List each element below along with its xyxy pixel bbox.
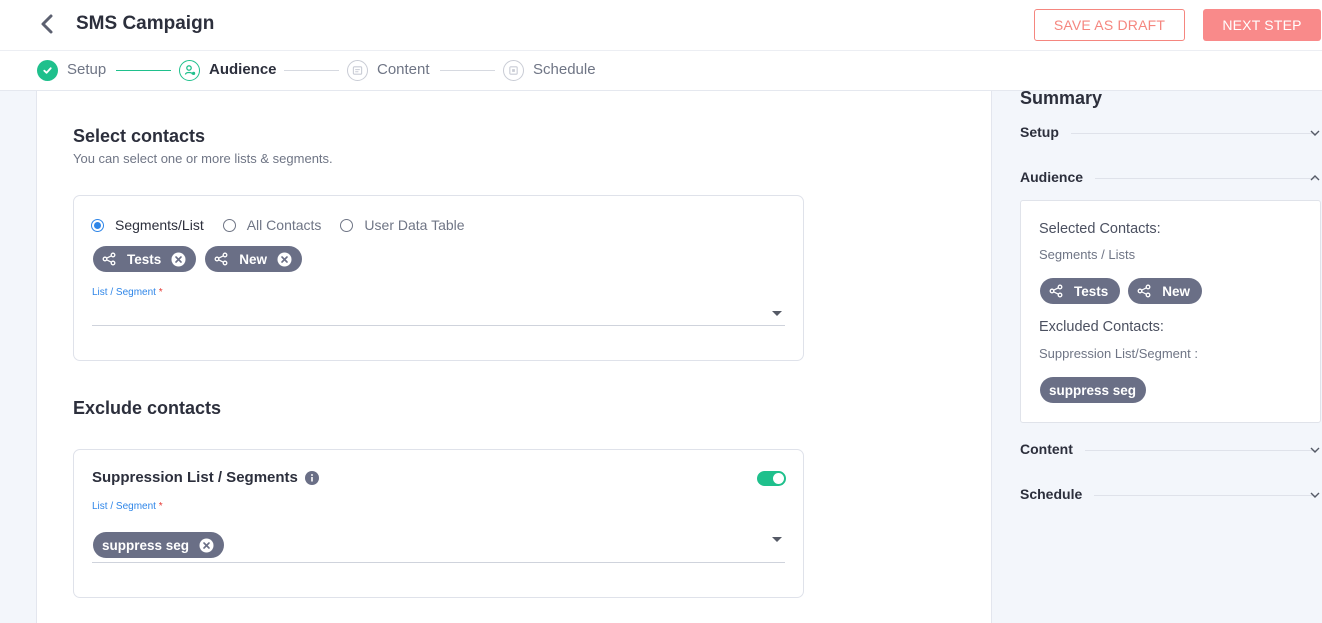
suppression-chips: suppress seg — [93, 532, 225, 558]
suppression-chip: suppress seg — [1040, 377, 1147, 403]
dropdown-caret-icon[interactable] — [772, 311, 782, 316]
chevron-up-icon — [1310, 175, 1320, 181]
radio-icon — [340, 218, 354, 232]
selected-type-label: Segments / Lists — [1039, 247, 1136, 262]
section-divider — [1090, 495, 1316, 496]
radio-label: Segments/List — [115, 217, 204, 233]
list-segment-select[interactable] — [92, 302, 785, 326]
step-label: Audience — [209, 61, 277, 78]
summary-title: Summary — [1020, 88, 1103, 108]
step-schedule[interactable]: Schedule — [503, 59, 596, 81]
suppression-toggle[interactable] — [757, 471, 786, 486]
section-label: Schedule — [1020, 486, 1095, 502]
radio-icon — [222, 218, 236, 232]
audience-summary-card: Selected Contacts: Segments / Lists Test… — [1020, 200, 1321, 423]
section-label: Content — [1020, 441, 1085, 457]
selected-segments-chips: Tests New — [93, 246, 303, 272]
summary-excluded-chips: suppress seg — [1040, 377, 1147, 403]
list-segment-field-label: List / Segment * — [92, 501, 163, 512]
main-panel: Select contacts You can select one or mo… — [36, 91, 992, 623]
summary-section-content[interactable]: Content — [1020, 441, 1322, 461]
section-label: Setup — [1020, 124, 1071, 140]
chip-label: Tests — [127, 251, 162, 267]
chevron-down-icon — [1310, 447, 1320, 453]
step-connector — [116, 70, 171, 71]
step-label: Schedule — [533, 61, 596, 78]
remove-chip-icon[interactable] — [171, 252, 186, 267]
segment-chip: New — [1128, 278, 1203, 304]
chip-label: Tests — [1074, 283, 1109, 299]
save-as-draft-button[interactable]: SAVE AS DRAFT — [1034, 9, 1185, 41]
selected-contacts-label: Selected Contacts: — [1039, 221, 1161, 237]
remove-chip-icon[interactable] — [277, 252, 292, 267]
step-content[interactable]: Content — [347, 59, 430, 81]
segment-chip: New — [205, 246, 303, 272]
audience-user-icon — [179, 59, 200, 81]
chip-label: New — [239, 251, 268, 267]
exclude-contacts-card: Suppression List / Segments List / Segme… — [73, 449, 804, 598]
list-segment-field-label: List / Segment * — [92, 287, 163, 298]
back-arrow-icon[interactable] — [36, 12, 60, 36]
select-contacts-card: Segments/List All Contacts User Data Tab… — [73, 195, 804, 361]
radio-all-contacts[interactable]: All Contacts — [222, 217, 322, 233]
step-setup[interactable]: Setup — [37, 59, 106, 81]
select-contacts-title: Select contacts — [73, 126, 206, 146]
summary-section-schedule[interactable]: Schedule — [1020, 486, 1322, 506]
select-contacts-subtitle: You can select one or more lists & segme… — [73, 151, 333, 166]
header-divider — [0, 50, 1322, 51]
segment-chip: Tests — [1040, 278, 1121, 304]
exclude-contacts-title: Exclude contacts — [73, 398, 222, 418]
step-label: Content — [377, 61, 430, 78]
check-icon — [37, 59, 58, 81]
excluded-contacts-label: Excluded Contacts: — [1039, 319, 1164, 335]
segment-share-icon — [1137, 284, 1151, 298]
segment-chip: Tests — [93, 246, 197, 272]
audience-type-radio-group: Segments/List All Contacts User Data Tab… — [91, 217, 484, 233]
radio-label: All Contacts — [246, 217, 322, 233]
chip-label: New — [1162, 283, 1191, 299]
suppression-title: Suppression List / Segments — [92, 469, 298, 486]
step-label: Setup — [67, 61, 107, 78]
radio-selected-icon — [91, 218, 104, 232]
field-underline — [92, 325, 785, 326]
segment-share-icon — [102, 252, 116, 266]
dropdown-caret-icon[interactable] — [772, 537, 782, 542]
step-audience[interactable]: Audience — [179, 59, 277, 81]
top-header: SMS Campaign SAVE AS DRAFT NEXT STEP Set… — [0, 0, 1322, 91]
section-divider — [1084, 450, 1316, 451]
suppression-select[interactable] — [224, 528, 785, 560]
summary-section-audience[interactable]: Audience — [1020, 169, 1322, 189]
next-step-button[interactable]: NEXT STEP — [1203, 9, 1321, 41]
section-divider — [1080, 178, 1316, 179]
info-icon[interactable] — [304, 470, 319, 485]
suppression-heading: Suppression List / Segments — [92, 469, 319, 486]
chevron-down-icon — [1310, 492, 1320, 498]
step-connector — [440, 70, 495, 71]
section-divider — [1060, 133, 1316, 134]
schedule-icon — [503, 59, 524, 81]
excluded-type-label: Suppression List/Segment : — [1039, 346, 1198, 361]
step-connector — [284, 70, 339, 71]
field-underline — [92, 562, 785, 563]
content-icon — [347, 59, 368, 81]
radio-segments-list[interactable]: Segments/List — [91, 217, 204, 233]
chip-label: suppress seg — [1049, 382, 1137, 398]
segment-share-icon — [1049, 284, 1063, 298]
chip-label: suppress seg — [102, 537, 190, 553]
summary-selected-chips: Tests New — [1040, 278, 1203, 304]
remove-chip-icon[interactable] — [199, 538, 214, 553]
section-label: Audience — [1020, 169, 1096, 185]
page-title: SMS Campaign — [76, 13, 215, 34]
summary-section-setup[interactable]: Setup — [1020, 124, 1322, 144]
segment-share-icon — [214, 252, 228, 266]
radio-user-data-table[interactable]: User Data Table — [340, 217, 465, 233]
radio-label: User Data Table — [364, 217, 465, 233]
chevron-down-icon — [1310, 130, 1320, 136]
suppression-chip: suppress seg — [93, 532, 225, 558]
